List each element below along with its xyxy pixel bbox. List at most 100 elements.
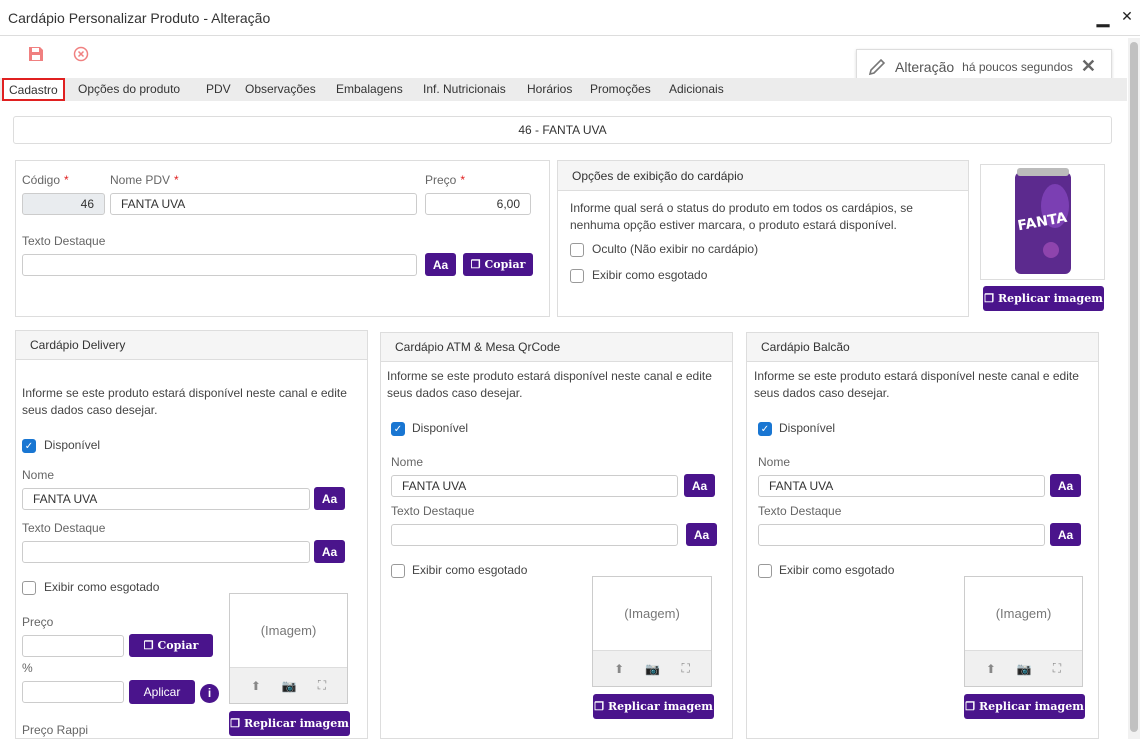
delivery-info: Informe se este produto estará disponíve… xyxy=(22,386,347,417)
replicar-imagem-button[interactable]: ❐ Replicar imagem xyxy=(983,286,1104,311)
delivery-esgotado-checkbox[interactable] xyxy=(22,581,36,595)
notification-label: Alteração xyxy=(895,58,955,75)
atm-esgotado-checkbox[interactable] xyxy=(391,564,405,578)
nome-pdv-field[interactable]: FANTA UVA xyxy=(110,193,417,215)
window-title: Cardápio Personalizar Produto - Alteraçã… xyxy=(8,10,271,26)
fullscreen-icon[interactable]: ⛶ xyxy=(318,678,326,693)
balcao-esgotado-label: Exibir como esgotado xyxy=(779,563,895,577)
tab-observacoes[interactable]: Observações xyxy=(245,79,316,100)
display-options-info: Informe qual será o status do produto em… xyxy=(570,201,913,232)
balcao-image-placeholder[interactable]: (Imagem) ⬆ 📷 ⛶ xyxy=(964,576,1083,687)
delivery-nome-label: Nome xyxy=(22,468,55,482)
product-image: FANTA xyxy=(980,164,1105,280)
tab-pdv[interactable]: PDV xyxy=(206,79,231,100)
balcao-esgotado-checkbox[interactable] xyxy=(758,564,772,578)
copy-icon: ❐ xyxy=(230,717,240,730)
fullscreen-icon[interactable]: ⛶ xyxy=(1053,661,1061,676)
close-window-button[interactable]: ✕ xyxy=(1118,8,1136,28)
delivery-destaque-label: Texto Destaque xyxy=(22,521,106,535)
fullscreen-icon[interactable]: ⛶ xyxy=(681,661,689,676)
camera-icon[interactable]: 📷 xyxy=(1017,662,1032,676)
atm-image-text: (Imagem) xyxy=(624,606,680,621)
delivery-nome-field[interactable]: FANTA UVA xyxy=(22,488,310,510)
atm-destaque-field[interactable] xyxy=(391,524,678,546)
delivery-replicar-button[interactable]: ❐ Replicar imagem xyxy=(229,711,350,736)
nome-pdv-label: Nome PDV * xyxy=(110,173,179,187)
atm-nome-field[interactable]: FANTA UVA xyxy=(391,475,678,497)
cancel-icon xyxy=(73,46,89,62)
upload-icon[interactable]: ⬆ xyxy=(614,662,624,676)
camera-icon[interactable]: 📷 xyxy=(282,679,297,693)
tab-horarios[interactable]: Horários xyxy=(527,79,572,100)
delivery-image-placeholder[interactable]: (Imagem) ⬆ 📷 ⛶ xyxy=(229,593,348,704)
delivery-rappi-label: Preço Rappi xyxy=(22,723,89,737)
balcao-disponivel-label: Disponível xyxy=(779,421,836,435)
esgotado-checkbox[interactable] xyxy=(570,269,584,283)
font-format-button[interactable]: Aa xyxy=(425,253,456,276)
delivery-copiar-button[interactable]: ❐ Copiar xyxy=(129,634,213,657)
tab-adicionais[interactable]: Adicionais xyxy=(669,79,724,100)
camera-icon[interactable]: 📷 xyxy=(645,662,660,676)
tab-cadastro[interactable]: Cadastro xyxy=(2,78,65,101)
atm-disponivel-checkbox[interactable]: ✓ xyxy=(391,422,405,436)
copiar-button[interactable]: ❐ Copiar xyxy=(463,253,533,276)
delivery-preco-field[interactable] xyxy=(22,635,124,657)
upload-icon[interactable]: ⬆ xyxy=(986,662,996,676)
scrollbar-thumb[interactable] xyxy=(1130,42,1138,732)
texto-destaque-field[interactable] xyxy=(22,254,417,276)
atm-nome-format-button[interactable]: Aa xyxy=(684,474,715,497)
balcao-nome-field[interactable]: FANTA UVA xyxy=(758,475,1045,497)
preco-label: Preço * xyxy=(425,173,466,187)
oculto-checkbox[interactable] xyxy=(570,243,584,257)
copy-icon: ❐ xyxy=(143,639,154,652)
balcao-nome-format-button[interactable]: Aa xyxy=(1050,474,1081,497)
tab-embalagens[interactable]: Embalagens xyxy=(336,79,403,100)
atm-image-placeholder[interactable]: (Imagem) ⬆ 📷 ⛶ xyxy=(592,576,712,687)
close-notification-icon[interactable]: ✕ xyxy=(1081,56,1096,77)
balcao-image-text: (Imagem) xyxy=(995,606,1052,621)
oculto-label: Oculto (Não exibir no cardápio) xyxy=(592,242,759,256)
atm-replicar-button[interactable]: ❐ Replicar imagem xyxy=(593,694,714,719)
preco-field[interactable]: 6,00 xyxy=(425,193,531,215)
atm-disponivel-label: Disponível xyxy=(412,421,469,435)
delivery-image-text: (Imagem) xyxy=(260,623,317,638)
tab-opcoes-produto[interactable]: Opções do produto xyxy=(78,79,180,100)
tab-promocoes[interactable]: Promoções xyxy=(590,79,651,100)
codigo-field: 46 xyxy=(22,193,105,215)
atm-header: Cardápio ATM & Mesa QrCode xyxy=(381,333,732,362)
balcao-nome-label: Nome xyxy=(758,455,791,469)
balcao-destaque-field[interactable] xyxy=(758,524,1045,546)
atm-nome-label: Nome xyxy=(391,455,424,469)
info-icon[interactable]: i xyxy=(200,684,219,703)
texto-destaque-label: Texto Destaque xyxy=(22,234,106,248)
cancel-button[interactable] xyxy=(71,44,91,64)
balcao-destaque-label: Texto Destaque xyxy=(758,504,842,518)
display-options-header: Opções de exibição do cardápio xyxy=(558,161,968,191)
balcao-destaque-format-button[interactable]: Aa xyxy=(1050,523,1081,546)
delivery-pct-label: % xyxy=(22,661,33,675)
tab-inf-nutricionais[interactable]: Inf. Nutricionais xyxy=(423,79,506,100)
delivery-pct-field[interactable] xyxy=(22,681,124,703)
save-icon xyxy=(29,47,43,61)
minimize-button[interactable]: ▁ xyxy=(1094,8,1112,28)
save-button[interactable] xyxy=(26,44,46,64)
delivery-disponivel-checkbox[interactable]: ✓ xyxy=(22,439,36,453)
delivery-aplicar-button[interactable]: Aplicar xyxy=(129,680,195,704)
delivery-destaque-field[interactable] xyxy=(22,541,310,563)
product-header: 46 - FANTA UVA xyxy=(13,116,1112,144)
upload-icon[interactable]: ⬆ xyxy=(251,679,261,693)
delivery-header: Cardápio Delivery xyxy=(16,331,367,360)
copy-icon: ❐ xyxy=(984,292,994,305)
vertical-scrollbar[interactable] xyxy=(1128,38,1140,739)
pencil-icon xyxy=(868,58,886,75)
atm-destaque-format-button[interactable]: Aa xyxy=(686,523,717,546)
atm-esgotado-label: Exibir como esgotado xyxy=(412,563,528,577)
balcao-replicar-button[interactable]: ❐ Replicar imagem xyxy=(964,694,1085,719)
esgotado-label: Exibir como esgotado xyxy=(592,268,708,282)
balcao-info: Informe se este produto estará disponíve… xyxy=(754,369,1079,400)
delivery-preco-label: Preço xyxy=(22,615,54,629)
delivery-nome-format-button[interactable]: Aa xyxy=(314,487,345,510)
balcao-disponivel-checkbox[interactable]: ✓ xyxy=(758,422,772,436)
notification-time: há poucos segundos xyxy=(962,59,1073,74)
delivery-destaque-format-button[interactable]: Aa xyxy=(314,540,345,563)
